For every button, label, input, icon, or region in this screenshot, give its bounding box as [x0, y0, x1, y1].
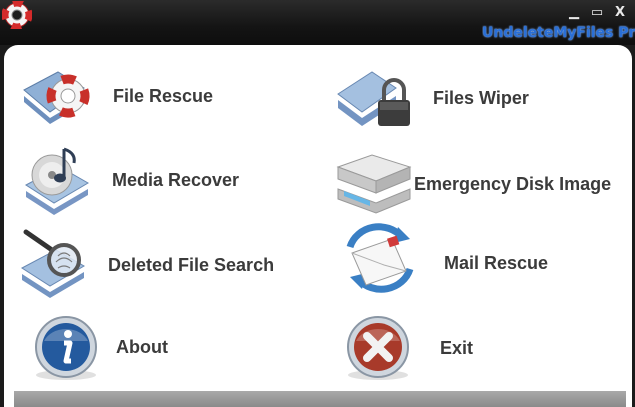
lifebuoy-folder-icon: [23, 71, 90, 124]
mail-rescue-button[interactable]: Mail Rescue: [340, 223, 626, 293]
close-button[interactable]: X: [612, 6, 628, 20]
mail-rescue-label: Mail Rescue: [444, 253, 549, 273]
maximize-button[interactable]: ▭: [589, 6, 605, 20]
magnifier-folder-icon: [21, 229, 85, 298]
exit-label: Exit: [440, 338, 474, 358]
about-label: About: [116, 337, 168, 357]
about-button[interactable]: About: [28, 313, 318, 380]
app-title: UndeleteMyFiles Pro 3.1: [482, 25, 635, 41]
exit-x-icon: [347, 316, 409, 380]
disk-drive-icon: [336, 154, 412, 214]
deleted-file-search-label: Deleted File Search: [108, 255, 275, 275]
emergency-disk-image-button[interactable]: Emergency Disk Image: [334, 149, 626, 214]
file-rescue-button[interactable]: File Rescue: [18, 62, 318, 124]
files-wiper-button[interactable]: Files Wiper: [336, 64, 626, 126]
padlock-folder-icon: [337, 71, 410, 126]
info-icon: [35, 316, 97, 380]
deleted-file-search-button[interactable]: Deleted File Search: [18, 228, 318, 298]
status-bar: [14, 391, 626, 407]
title-bar: ▁ ▭ X UndeleteMyFiles Pro 3.1: [0, 0, 635, 45]
media-recover-button[interactable]: Media Recover: [18, 145, 318, 215]
mail-refresh-icon: [346, 223, 414, 293]
lifebuoy-app-icon[interactable]: [2, 1, 32, 29]
media-disc-icon: [25, 147, 89, 215]
media-recover-label: Media Recover: [112, 170, 240, 190]
file-rescue-label: File Rescue: [113, 86, 214, 106]
main-panel: File Rescue Files Wiper Media Recover Em…: [4, 45, 632, 407]
minimize-button[interactable]: ▁: [566, 6, 582, 20]
emergency-disk-image-label: Emergency Disk Image: [414, 174, 612, 194]
files-wiper-label: Files Wiper: [433, 88, 529, 108]
exit-button[interactable]: Exit: [340, 313, 626, 380]
